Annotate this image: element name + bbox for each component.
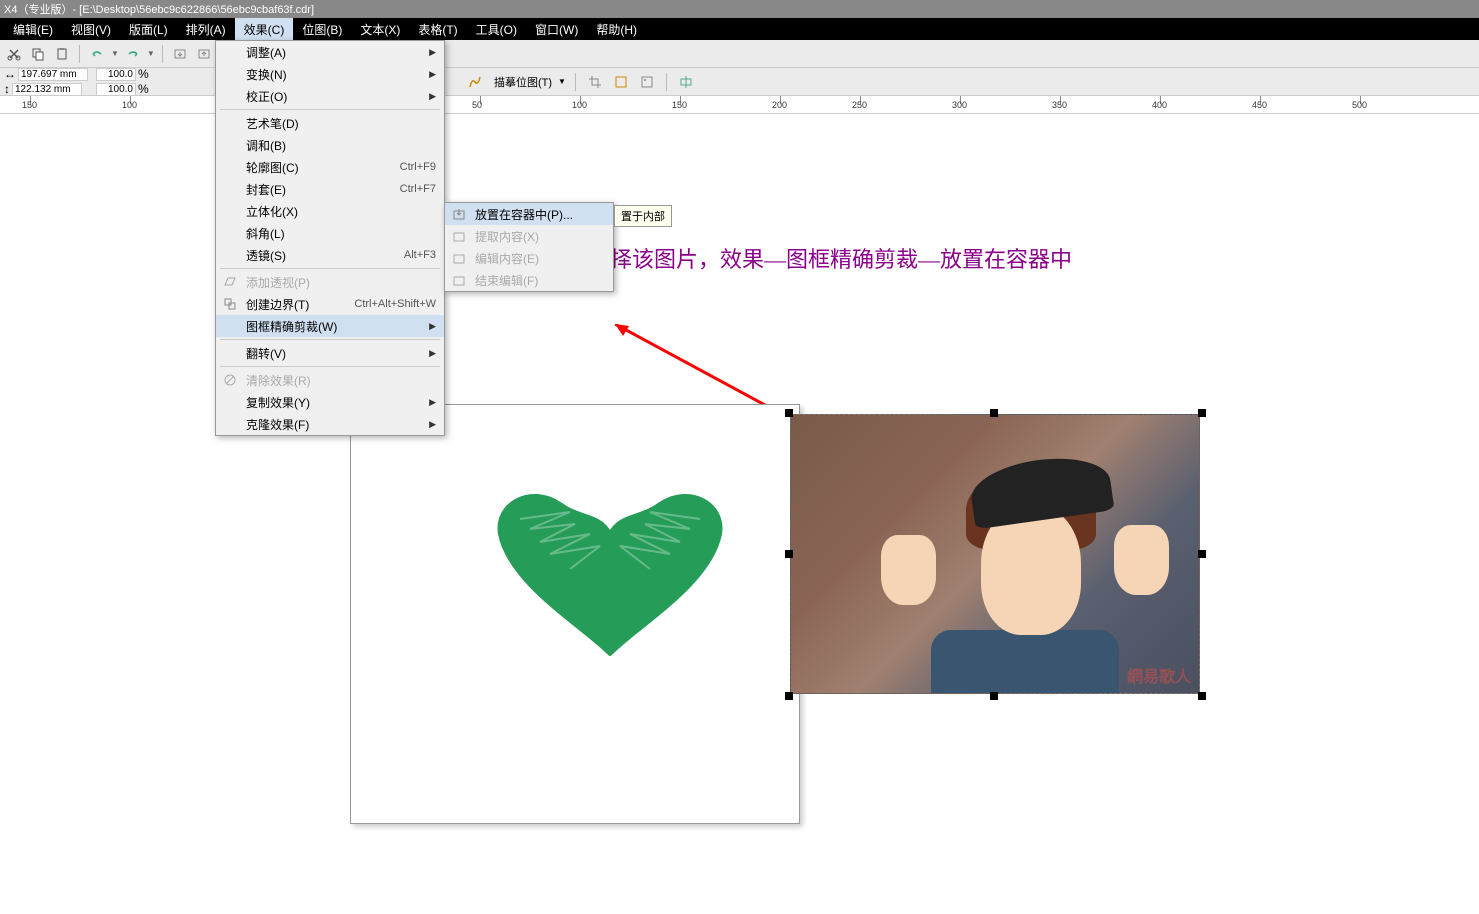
scale-x-input[interactable] (96, 68, 136, 81)
width-input[interactable] (18, 68, 88, 81)
powerclip-item-3: 结束编辑(F) (445, 269, 613, 291)
effects-item-19[interactable]: 复制效果(Y)▶ (216, 391, 444, 413)
place-icon (451, 206, 467, 222)
effects-item-4[interactable]: 艺术笔(D) (216, 112, 444, 134)
effects-item-20[interactable]: 克隆效果(F)▶ (216, 413, 444, 435)
edit-icon (451, 250, 467, 266)
selection-handle[interactable] (1198, 409, 1206, 417)
scale-y-input[interactable] (96, 83, 136, 96)
effects-item-14[interactable]: 图框精确剪裁(W)▶ (216, 315, 444, 337)
menu-8[interactable]: 工具(O) (467, 18, 526, 41)
finish-icon (451, 272, 467, 288)
selection-handle[interactable] (785, 550, 793, 558)
watermark-text: 網易歌人 (1127, 663, 1191, 687)
copy-icon[interactable] (28, 44, 48, 64)
menu-7[interactable]: 表格(T) (409, 18, 466, 41)
effects-item-10[interactable]: 透镜(S)Alt+F3 (216, 244, 444, 266)
bitmap-icon[interactable] (637, 72, 657, 92)
menu-6[interactable]: 文本(X) (351, 18, 409, 41)
effects-item-5[interactable]: 调和(B) (216, 134, 444, 156)
cut-icon[interactable] (4, 44, 24, 64)
menu-2[interactable]: 版面(L) (120, 18, 177, 41)
bound-icon (222, 296, 238, 312)
selection-handle[interactable] (785, 692, 793, 700)
selection-handle[interactable] (990, 692, 998, 700)
menu-4[interactable]: 效果(C) (235, 18, 294, 41)
persp-icon (222, 274, 238, 290)
effects-item-2[interactable]: 校正(O)▶ (216, 85, 444, 107)
menu-10[interactable]: 帮助(H) (587, 18, 646, 41)
powerclip-item-1: 提取内容(X) (445, 225, 613, 247)
effects-item-18: 清除效果(R) (216, 369, 444, 391)
powerclip-item-0[interactable]: 放置在容器中(P)... (445, 203, 613, 225)
width-icon: ↔ (4, 67, 16, 81)
effects-item-6[interactable]: 轮廓图(C)Ctrl+F9 (216, 156, 444, 178)
effects-item-16[interactable]: 翻转(V)▶ (216, 342, 444, 364)
export-icon[interactable] (194, 44, 214, 64)
redo-icon[interactable] (123, 44, 143, 64)
height-input[interactable] (12, 83, 82, 96)
selected-image[interactable]: 網易歌人 (790, 414, 1200, 694)
menu-0[interactable]: 编辑(E) (4, 18, 62, 41)
paste-icon[interactable] (52, 44, 72, 64)
align-icon[interactable] (676, 72, 696, 92)
effects-item-8[interactable]: 立体化(X) (216, 200, 444, 222)
trace-bitmap-label[interactable]: 描摹位图(T) (494, 74, 552, 90)
crop-icon[interactable] (585, 72, 605, 92)
menu-3[interactable]: 排列(A) (177, 18, 235, 41)
heart-shape (480, 464, 740, 664)
selection-handle[interactable] (990, 409, 998, 417)
trace-bitmap-icon[interactable] (465, 72, 485, 92)
selection-handle[interactable] (785, 409, 793, 417)
effects-item-1[interactable]: 变换(N)▶ (216, 63, 444, 85)
effects-item-13[interactable]: 创建边界(T)Ctrl+Alt+Shift+W (216, 293, 444, 315)
effects-item-12: 添加透视(P) (216, 271, 444, 293)
menu-bar: 编辑(E)视图(V)版面(L)排列(A)效果(C)位图(B)文本(X)表格(T)… (0, 18, 1479, 40)
person-figure (871, 435, 1179, 693)
height-icon: ↕ (4, 82, 10, 96)
import-icon[interactable] (170, 44, 190, 64)
instruction-text: 3、选择该图片，效果—图框精确剪裁—放置在容器中 (555, 242, 1072, 274)
effects-item-7[interactable]: 封套(E)Ctrl+F7 (216, 178, 444, 200)
resample-icon[interactable] (611, 72, 631, 92)
undo-icon[interactable] (87, 44, 107, 64)
extract-icon (451, 228, 467, 244)
clear-icon (222, 372, 238, 388)
selection-handle[interactable] (1198, 692, 1206, 700)
effects-item-0[interactable]: 调整(A)▶ (216, 41, 444, 63)
powerclip-submenu: 放置在容器中(P)...提取内容(X)编辑内容(E)结束编辑(F) (444, 202, 614, 292)
effects-menu: 调整(A)▶变换(N)▶校正(O)▶ 艺术笔(D)调和(B)轮廓图(C)Ctrl+… (215, 40, 445, 436)
menu-1[interactable]: 视图(V) (62, 18, 120, 41)
menu-5[interactable]: 位图(B) (293, 18, 351, 41)
title-bar: X4（专业版）- [E:\Desktop\56ebc9c622866\56ebc… (0, 0, 1479, 18)
menu-9[interactable]: 窗口(W) (526, 18, 587, 41)
powerclip-item-2: 编辑内容(E) (445, 247, 613, 269)
tooltip: 置于内部 (614, 205, 672, 227)
selection-handle[interactable] (1198, 550, 1206, 558)
effects-item-9[interactable]: 斜角(L) (216, 222, 444, 244)
